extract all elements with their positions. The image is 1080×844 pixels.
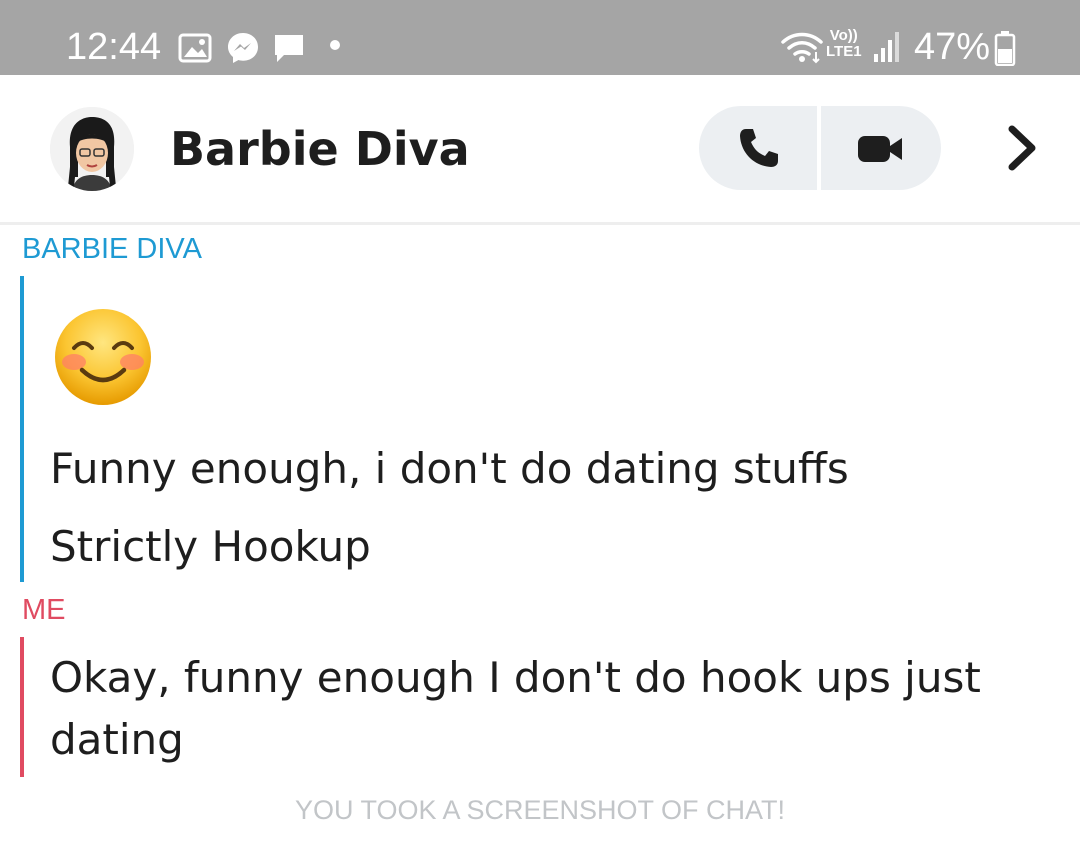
voice-call-button[interactable]: [699, 106, 819, 190]
avatar[interactable]: [50, 107, 134, 191]
battery-percentage: 47%: [914, 26, 991, 68]
message-text[interactable]: dating: [50, 709, 184, 771]
sender-label-them: BARBIE DIVA: [22, 233, 202, 265]
video-call-button[interactable]: [821, 106, 941, 190]
video-icon: [858, 136, 902, 162]
battery-icon: [994, 31, 1016, 66]
messenger-icon: [228, 33, 258, 63]
lte-indicator: Vo)) LTE1: [826, 27, 862, 60]
gallery-icon: [178, 33, 212, 63]
smiling-face-emoji-icon[interactable]: [52, 306, 154, 408]
message-group-bar-them: [20, 276, 24, 582]
chevron-right-icon[interactable]: [1000, 121, 1044, 175]
contact-name[interactable]: Barbie Diva: [170, 119, 470, 179]
chat-header: Barbie Diva: [0, 75, 1080, 225]
bitmoji-avatar-icon: [50, 107, 134, 191]
screenshot-notice: YOU TOOK A SCREENSHOT OF CHAT!: [294, 795, 786, 825]
message-text[interactable]: Funny enough, i don't do dating stuffs: [50, 438, 849, 500]
message-text[interactable]: Okay, funny enough I don't do hook ups j…: [50, 647, 981, 709]
chat-icon: [275, 35, 303, 62]
sender-label-me: ME: [22, 594, 66, 626]
message-text[interactable]: Strictly Hookup: [50, 516, 371, 578]
call-buttons-group: [699, 106, 941, 190]
phone-icon: [740, 129, 778, 167]
status-time: 12:44: [66, 26, 162, 68]
notification-dot-icon: [330, 40, 340, 50]
message-group-bar-me: [20, 637, 24, 777]
status-bar: 12:44 Vo)) LTE1 47%: [0, 0, 1080, 75]
signal-icon: [874, 32, 899, 62]
wifi-icon: [781, 32, 823, 64]
